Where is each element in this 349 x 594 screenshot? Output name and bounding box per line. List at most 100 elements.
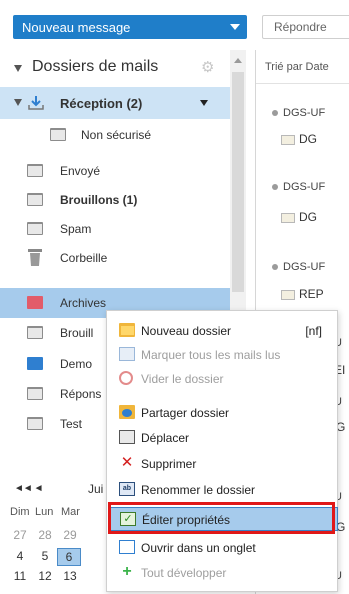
mail-subject[interactable]: DG [281, 210, 317, 224]
top-toolbar: Nouveau message Répondre [0, 0, 349, 50]
envelope-icon [281, 289, 295, 300]
folder-icon [27, 326, 43, 339]
delete-icon: ✕ [120, 454, 134, 471]
sidebar-item-spam[interactable]: Spam [0, 214, 230, 244]
menu-item-edit-properties[interactable]: ✓ Éditer propriétés [108, 507, 338, 531]
sender-text: DGS-UF [283, 181, 326, 193]
calendar-day[interactable]: 27 [10, 528, 30, 542]
subject-text: DG [299, 132, 317, 146]
folder-red-icon [27, 296, 43, 309]
menu-item-label: Vider le dossier [141, 372, 224, 386]
folder-icon [50, 128, 66, 141]
sidebar-item-label: Non sécurisé [81, 128, 152, 142]
menu-item-new-folder[interactable]: Nouveau dossier [nf] [108, 319, 338, 343]
folder-scrollbar[interactable] [230, 50, 246, 310]
drafts-folder-icon [27, 193, 43, 206]
sidebar-item-label: Spam [60, 222, 92, 236]
mail-sender[interactable]: DGS-UF [272, 107, 325, 119]
calendar-prev-nav[interactable]: ◄◄ ◄ [14, 483, 44, 494]
sidebar-item-label: Brouill [60, 326, 94, 340]
calendar-day-selected[interactable]: 6 [57, 548, 81, 566]
sidebar-item-label: Archives [60, 296, 107, 310]
calendar-day[interactable]: 29 [60, 528, 80, 542]
sidebar-item-label: Corbeille [60, 251, 108, 265]
open-tab-icon [119, 540, 135, 554]
menu-item-shortcut: [nf] [305, 324, 322, 338]
menu-item-mark-all-read[interactable]: Marquer tous les mails lus [108, 343, 338, 367]
menu-item-share-folder[interactable]: Partager dossier [108, 401, 338, 425]
mail-subject[interactable]: DG [281, 132, 317, 146]
calendar-day[interactable]: 11 [10, 569, 30, 583]
reply-button[interactable]: Répondre [262, 15, 349, 39]
calendar-day[interactable]: 5 [35, 549, 55, 563]
folder-panel-header: Dossiers de mails ⚙ [0, 50, 230, 86]
expand-all-icon: + [122, 563, 132, 580]
mail-subject[interactable]: REP [281, 287, 324, 301]
folder-context-menu: Nouveau dossier [nf] Marquer tous les ma… [106, 310, 338, 592]
weekday-label: Dim [10, 506, 30, 518]
chevron-down-icon[interactable] [230, 24, 240, 30]
envelope-icon [281, 134, 295, 145]
menu-item-open-in-tab[interactable]: Ouvrir dans un onglet [108, 536, 338, 560]
sidebar-item-label: Test [60, 417, 83, 431]
sidebar-item-non-securise[interactable]: Non sécurisé [0, 120, 230, 150]
menu-item-label: Partager dossier [141, 406, 230, 420]
empty-folder-icon [119, 371, 133, 385]
sidebar-item-label: Envoyé [60, 164, 101, 178]
sender-text: DGS-UF [283, 261, 326, 273]
trash-icon [28, 249, 44, 266]
gear-icon[interactable]: ⚙ [201, 58, 214, 76]
weekday-label: Lun [35, 506, 54, 518]
new-message-label: Nouveau message [22, 19, 131, 35]
folder-icon [27, 417, 43, 430]
scrollbar-thumb[interactable] [232, 72, 244, 292]
folder-blue-icon [27, 357, 43, 370]
calendar-day[interactable]: 13 [60, 569, 80, 583]
unread-dot-icon [272, 184, 278, 191]
sidebar-item-drafts[interactable]: Brouillons (1) [0, 185, 230, 215]
sidebar-item-trash[interactable]: Corbeille [0, 243, 230, 273]
sidebar-item-sent[interactable]: Envoyé [0, 156, 230, 186]
spam-folder-icon [27, 222, 43, 235]
reply-label: Répondre [274, 20, 327, 34]
subject-text: REP [299, 287, 324, 301]
unread-dot-icon [272, 110, 278, 117]
weekday-label: Mar [61, 506, 80, 518]
scroll-up-icon[interactable] [234, 58, 242, 63]
inbox-download-icon [28, 96, 44, 110]
menu-item-expand-all[interactable]: + Tout développer [108, 561, 338, 585]
expand-triangle-icon[interactable] [14, 99, 22, 106]
menu-item-label: Éditer propriétés [142, 513, 231, 527]
collapse-triangle-icon[interactable] [14, 65, 22, 72]
move-icon [119, 430, 135, 444]
menu-item-label: Renommer le dossier [141, 483, 256, 497]
mail-sender[interactable]: DGS-UF [272, 261, 325, 273]
menu-item-label: Nouveau dossier [141, 324, 232, 338]
menu-item-label: Supprimer [141, 457, 197, 471]
menu-item-label: Marquer tous les mails lus [141, 348, 281, 362]
menu-item-label: Tout développer [141, 566, 227, 580]
sidebar-item-label: Brouillons (1) [60, 193, 138, 207]
new-folder-icon [119, 323, 135, 337]
folder-panel-title: Dossiers de mails [32, 58, 159, 75]
sidebar-item-label: Demo [60, 357, 93, 371]
calendar-day[interactable]: 12 [35, 569, 55, 583]
calendar-day[interactable]: 4 [10, 549, 30, 563]
unread-dot-icon [272, 264, 278, 271]
new-message-button[interactable]: Nouveau message [13, 15, 247, 39]
envelope-icon [281, 212, 295, 223]
subject-text: DG [299, 210, 317, 224]
menu-item-rename-folder[interactable]: ab Renommer le dossier [108, 478, 338, 502]
folder-dropdown-icon[interactable] [200, 100, 208, 106]
menu-item-delete[interactable]: ✕ Supprimer [108, 452, 338, 476]
sidebar-item-label: Réception (2) [60, 96, 143, 111]
mail-sender[interactable]: DGS-UF [272, 181, 325, 193]
menu-item-move[interactable]: Déplacer [108, 426, 338, 450]
menu-item-empty-folder[interactable]: Vider le dossier [108, 367, 338, 391]
sort-bar[interactable]: Trié par Date [256, 50, 349, 84]
folder-icon [27, 387, 43, 400]
sort-label: Trié par Date [265, 61, 329, 73]
calendar-day[interactable]: 28 [35, 528, 55, 542]
sidebar-item-inbox[interactable]: Réception (2) [0, 87, 230, 119]
edit-properties-icon: ✓ [120, 512, 136, 526]
